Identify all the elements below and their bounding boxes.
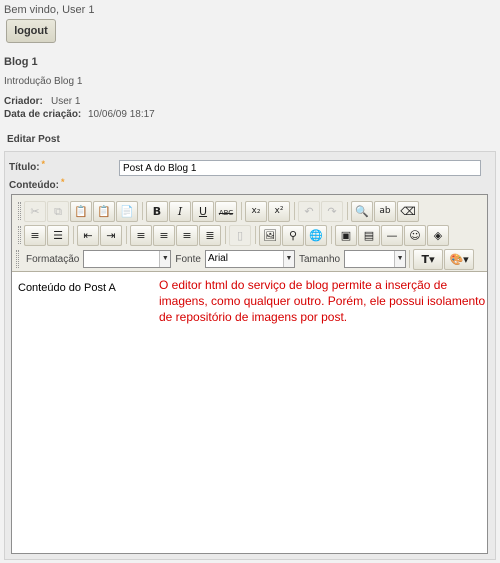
format-label: Formatação <box>26 253 80 265</box>
italic-icon[interactable]: I <box>169 200 191 222</box>
logout-button[interactable]: logout <box>6 19 56 43</box>
indent-icon[interactable]: ⇥ <box>100 224 122 246</box>
find-icon[interactable]: 🔍 <box>351 200 373 222</box>
align-left-icon[interactable]: ≡ <box>130 224 152 246</box>
font-value: Arial <box>207 253 228 264</box>
toolbar-grip[interactable] <box>18 226 21 244</box>
annotation-text: O editor html do serviço de blog permite… <box>159 278 486 324</box>
numbered-list-icon[interactable]: ≡ <box>24 224 46 246</box>
table-icon[interactable]: ▤ <box>358 224 380 246</box>
title-label: Título: * <box>9 159 46 173</box>
smiley-icon[interactable]: ☺ <box>404 224 426 246</box>
creator-label: Criador: <box>4 96 43 107</box>
special-char-icon[interactable]: ◈ <box>427 224 449 246</box>
creator-value: User 1 <box>51 96 81 107</box>
toolbar-grip[interactable] <box>18 202 21 220</box>
toolbar-row-1: ✂ ⧉ 📋 📋 📄 B I U ABC x₂ x² ↶ ↷ 🔍 ab ⌫ <box>18 200 420 222</box>
background-color-icon[interactable]: 🎨▾ <box>444 248 475 270</box>
size-select[interactable]: ▼ <box>344 250 407 268</box>
toolbar-row-2: ≡ ☰ ⇤ ⇥ ≡ ≡ ≡ ≣ ▯ 🖼 ⚲ 🌐 ▣ ▤ — ☺ ◈ <box>18 224 450 246</box>
title-input[interactable] <box>119 160 481 176</box>
toolbar-separator <box>142 202 143 220</box>
paste-text-icon[interactable]: 📋 <box>93 200 115 222</box>
cut-icon[interactable]: ✂ <box>24 200 46 222</box>
justify-icon[interactable]: ≣ <box>199 224 221 246</box>
eraser-icon[interactable]: ⌫ <box>397 200 419 222</box>
toolbar-separator <box>409 250 411 268</box>
undo-icon[interactable]: ↶ <box>298 200 320 222</box>
content-label: Conteúdo: * <box>9 177 65 191</box>
link-icon[interactable]: 🌐 <box>305 224 327 246</box>
bold-icon[interactable]: B <box>146 200 168 222</box>
toolbar-row-3: Formatação ▼ Fonte Arial ▼ Tamanho ▼ T▾ … <box>16 248 475 270</box>
editor-toolbar: ✂ ⧉ 📋 📋 📄 B I U ABC x₂ x² ↶ ↷ 🔍 ab ⌫ ≡ ☰ <box>12 195 487 272</box>
outdent-icon[interactable]: ⇤ <box>77 224 99 246</box>
paste-word-icon[interactable]: 📄 <box>116 200 138 222</box>
toolbar-grip[interactable] <box>16 250 19 268</box>
toolbar-separator <box>241 202 242 220</box>
bulleted-list-icon[interactable]: ☰ <box>47 224 69 246</box>
toolbar-separator <box>255 226 256 244</box>
format-select[interactable]: ▼ <box>83 250 172 268</box>
required-mark: * <box>61 177 65 187</box>
toolbar-separator <box>294 202 295 220</box>
text-color-icon[interactable]: T▾ <box>413 248 444 270</box>
blog-intro: Introdução Blog 1 <box>4 76 83 87</box>
subscript-icon[interactable]: x₂ <box>245 200 267 222</box>
toolbar-separator <box>225 226 226 244</box>
html-editor: ✂ ⧉ 📋 📋 📄 B I U ABC x₂ x² ↶ ↷ 🔍 ab ⌫ ≡ ☰ <box>11 194 488 554</box>
blog-title: Blog 1 <box>4 56 38 68</box>
image-manager-icon[interactable]: 🖼 <box>259 224 281 246</box>
welcome-text: Bem vindo, User 1 <box>4 4 95 16</box>
chevron-down-icon[interactable]: ▼ <box>282 251 294 267</box>
size-label: Tamanho <box>298 253 341 265</box>
align-center-icon[interactable]: ≡ <box>153 224 175 246</box>
content-label-text: Conteúdo: <box>9 180 59 191</box>
chevron-down-icon[interactable]: ▼ <box>159 251 171 267</box>
strikethrough-icon[interactable]: ABC <box>215 200 237 222</box>
created-row: Data de criação: 10/06/09 18:17 <box>4 109 155 120</box>
chevron-down-icon[interactable]: ▼ <box>394 251 406 267</box>
align-right-icon[interactable]: ≡ <box>176 224 198 246</box>
underline-icon[interactable]: U <box>192 200 214 222</box>
toolbar-separator <box>73 226 74 244</box>
created-value: 10/06/09 18:17 <box>88 109 155 120</box>
toolbar-separator <box>347 202 348 220</box>
page-icon[interactable]: ▯ <box>229 224 251 246</box>
copy-icon[interactable]: ⧉ <box>47 200 69 222</box>
section-title: Editar Post <box>7 134 60 145</box>
editor-content[interactable]: Conteúdo do Post A <box>18 282 116 294</box>
required-mark: * <box>41 159 46 169</box>
font-label: Fonte <box>175 253 201 265</box>
toolbar-separator <box>331 226 332 244</box>
paste-icon[interactable]: 📋 <box>70 200 92 222</box>
horizontal-rule-icon[interactable]: — <box>381 224 403 246</box>
font-select[interactable]: Arial ▼ <box>204 250 295 268</box>
replace-icon[interactable]: ab <box>374 200 396 222</box>
toolbar-separator <box>126 226 127 244</box>
image-icon[interactable]: ▣ <box>335 224 357 246</box>
find-replace-icon[interactable]: ⚲ <box>282 224 304 246</box>
superscript-icon[interactable]: x² <box>268 200 290 222</box>
title-label-text: Título: <box>9 162 40 173</box>
creator-row: Criador: User 1 <box>4 96 80 107</box>
created-label: Data de criação: <box>4 109 82 120</box>
redo-icon[interactable]: ↷ <box>321 200 343 222</box>
